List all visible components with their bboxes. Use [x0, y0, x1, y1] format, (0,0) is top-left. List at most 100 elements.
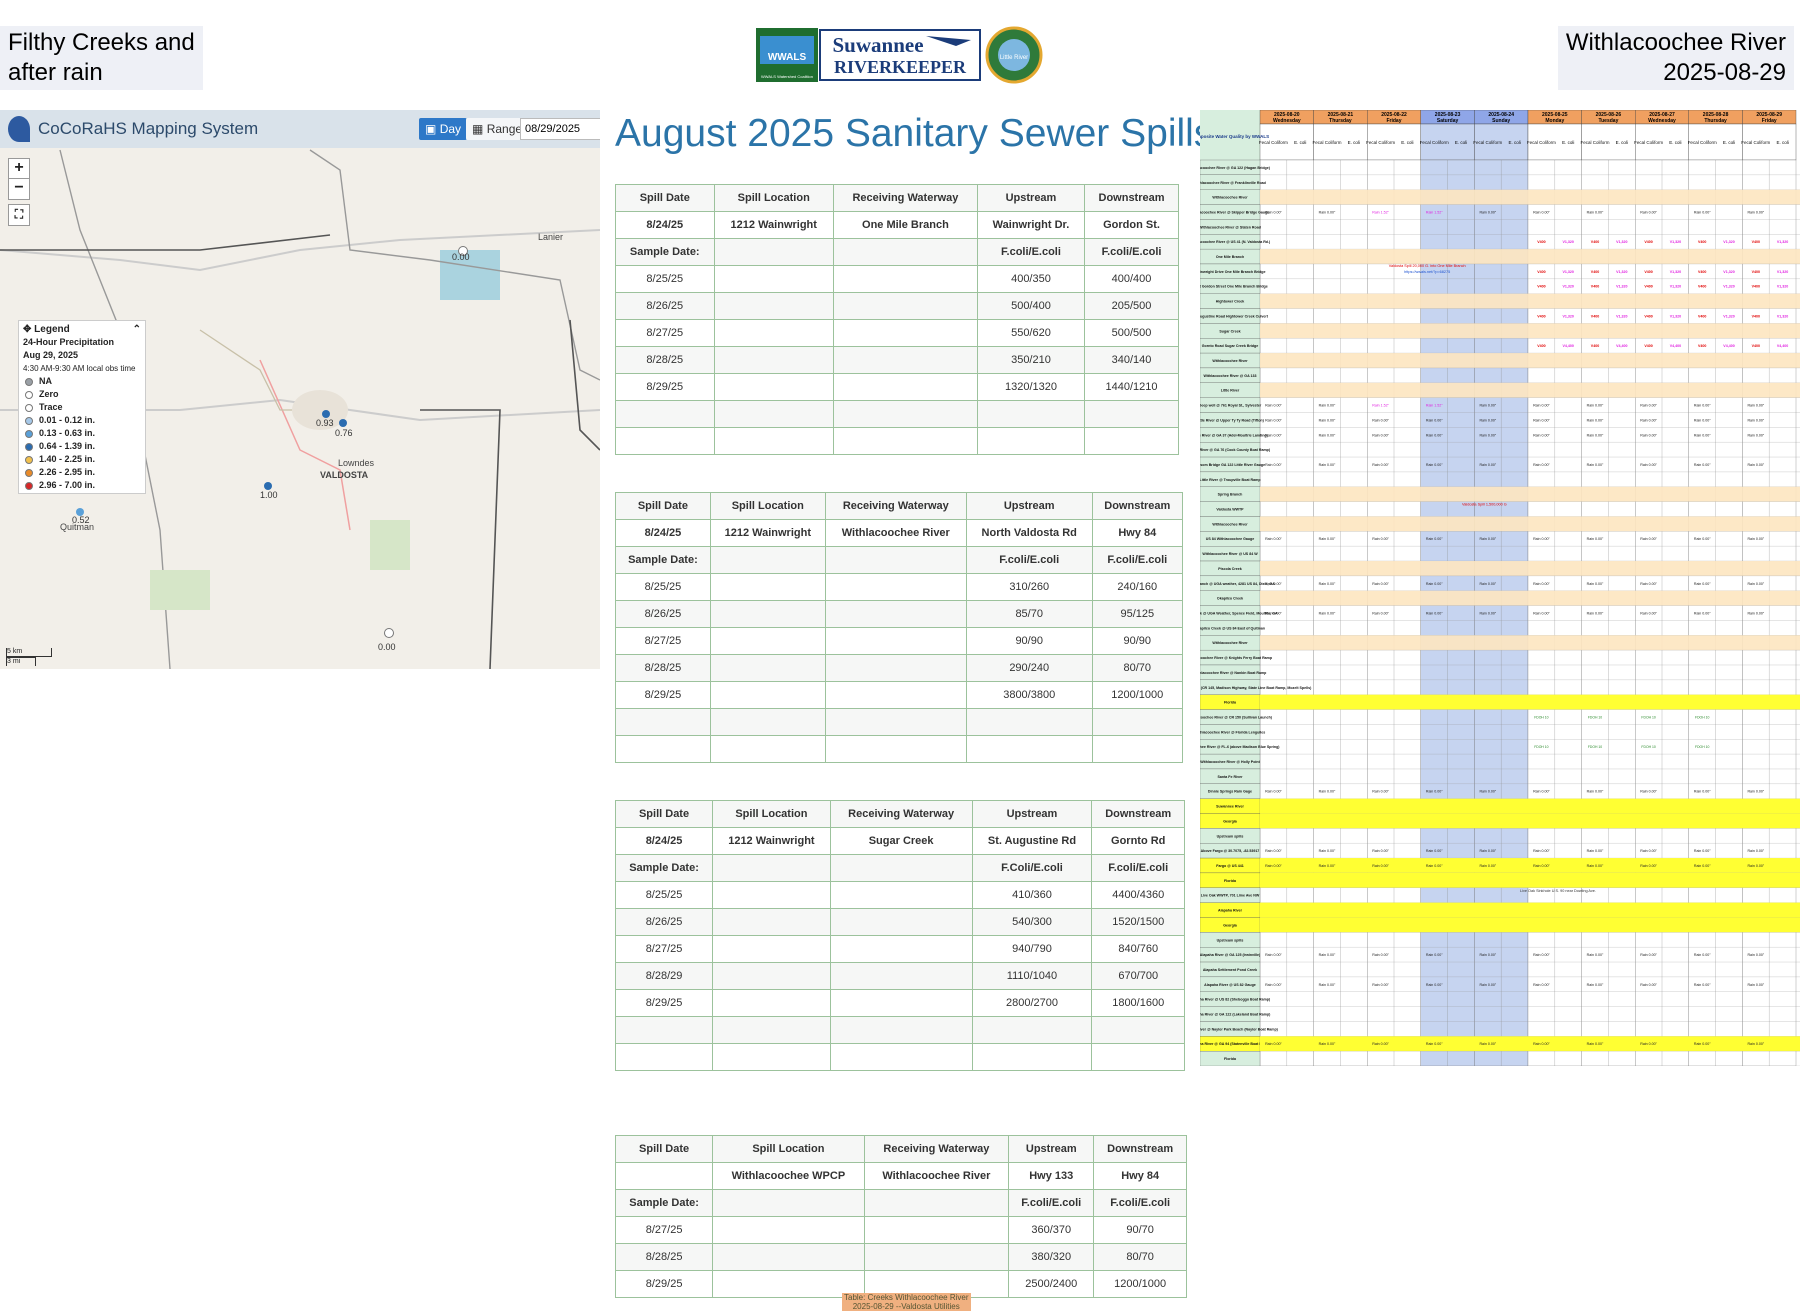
place-label-lanier: Lanier [538, 232, 564, 242]
rain-value: Rain 0.00" [1479, 849, 1496, 853]
rain-value: Rain 0.00" [1694, 433, 1711, 437]
rain-value: Rain 0.00" [1319, 612, 1336, 616]
fullscreen-button[interactable]: ⛶ [8, 204, 30, 226]
site-label: Withlacoochee River @ Franklinville Road [1200, 181, 1266, 185]
precipitation-map[interactable]: CoCoRaHS Mapping System ▣ Day ▦ Range + … [0, 110, 600, 669]
spill-cell: 1212 Wainwright [712, 827, 831, 855]
column-header: Spill Date [614, 1135, 714, 1163]
range-button[interactable]: ▦ Range [466, 118, 529, 140]
rain-value: Rain 0.00" [1533, 864, 1550, 868]
empty-cell [1091, 1043, 1185, 1071]
legend-item-label: 0.01 - 0.12 in. [39, 415, 96, 425]
ecoli-value: V4,400 [1670, 344, 1681, 348]
table-row [615, 735, 1184, 763]
fecal-value: V400 [1537, 240, 1545, 244]
zoom-out-button[interactable]: − [8, 178, 30, 200]
rain-value: Rain 0.00" [1747, 1042, 1764, 1046]
legend-dot-icon [25, 468, 33, 477]
site-label: Sugar Creek [1219, 329, 1240, 333]
legend-header[interactable]: ✥ Legend ⌃ [23, 323, 141, 336]
sample-row: Sample Date: F.coli/E.coli F.coli/E.coli [615, 238, 1179, 266]
site-label: US 84 Withlacoochee Gauge [1206, 537, 1255, 541]
site-label: Gornto Road Sugar Creek Bridge [1202, 344, 1259, 348]
spill-cell: Withlacoochee River [824, 519, 967, 547]
column-header: Spill Location [712, 1135, 865, 1163]
zoom-in-button[interactable]: + [8, 158, 30, 180]
spill-cell: North Valdosta Rd [965, 519, 1093, 547]
downstream-cell: 1520/1500 [1091, 908, 1185, 936]
fecal-header: Fecal Coliform [1688, 140, 1717, 145]
rain-value: Rain 0.00" [1533, 433, 1550, 437]
date-cell: 8/29/25 [615, 681, 711, 709]
table-row [615, 400, 1179, 428]
rain-value: Rain 0.00" [1747, 210, 1764, 214]
rain-value: Rain 0.00" [1694, 790, 1711, 794]
precip-value: 0.00 [452, 252, 470, 262]
legend-item: NA [23, 375, 141, 388]
ecoli-value: V1,320 [1563, 270, 1574, 274]
rain-value: Rain 0.00" [1372, 537, 1389, 541]
empty-cell [824, 708, 967, 736]
empty-cell [709, 735, 826, 763]
legend-item-label: 2.26 - 2.95 in. [39, 467, 96, 477]
date-cell: 8/29/25 [615, 373, 715, 401]
fecal-value: V400 [1591, 344, 1599, 348]
empty-cell [615, 735, 711, 763]
sample-cell: F.coli/E.coli [1091, 546, 1184, 574]
rain-value: Rain 0.00" [1587, 433, 1604, 437]
empty-cell [615, 708, 711, 736]
upstream-cell: 2800/2700 [971, 989, 1093, 1017]
sample-cell: F.coli/E.coli [1091, 854, 1185, 882]
rain-value: Rain 0.00" [1694, 1042, 1711, 1046]
rain-value: Rain 0.00" [1640, 210, 1657, 214]
fdoh-value: FDOH 10 [1641, 745, 1655, 749]
empty-cell [971, 1043, 1093, 1071]
legend-dot-icon [25, 390, 33, 399]
downstream-cell: 500/500 [1084, 319, 1179, 347]
spill-cell: 8/24/25 [614, 827, 714, 855]
upstream-cell: 940/790 [971, 935, 1093, 963]
legend-item: 2.26 - 2.95 in. [23, 466, 141, 479]
sample-cell [713, 238, 834, 266]
rain-value: Rain 0.00" [1747, 404, 1764, 408]
fecal-value: V400 [1698, 285, 1706, 289]
rain-value: Rain 0.00" [1747, 582, 1764, 586]
precip-station[interactable] [384, 628, 394, 638]
spill-cell: 8/24/25 [615, 211, 715, 239]
fecal-value: V400 [1644, 240, 1652, 244]
rain-value: Rain 0.00" [1694, 612, 1711, 616]
fecal-value: V400 [1698, 344, 1706, 348]
precip-value: 0.93 [316, 418, 334, 428]
date-cell: 8/27/25 [614, 1216, 714, 1244]
rain-value: Rain 0.00" [1265, 433, 1282, 437]
table-header-row: Spill Date Spill Location Receiving Waterw… [615, 492, 1184, 520]
fecal-value: V400 [1537, 270, 1545, 274]
sample-cell: F.coli/E.coli [1093, 1189, 1187, 1217]
ecoli-value: V1,320 [1723, 314, 1734, 318]
highlight-row [1260, 189, 1800, 205]
date-input[interactable] [520, 118, 600, 140]
day-button[interactable]: ▣ Day [419, 118, 468, 140]
fecal-value: V400 [1644, 285, 1652, 289]
rain-value: Rain 0.00" [1747, 418, 1764, 422]
precip-station[interactable] [322, 410, 330, 418]
precip-station[interactable] [264, 482, 272, 490]
table-row [614, 1043, 1185, 1071]
spill-note: Valdosta Spill 20,000 G. into One Mile B… [1389, 264, 1466, 268]
precip-station[interactable] [339, 419, 347, 427]
empty-cell [863, 1243, 1010, 1271]
fdoh-value: FDOH 10 [1588, 745, 1602, 749]
sample-cell: Sample Date: [615, 546, 711, 574]
downstream-cell: 4400/4360 [1091, 881, 1185, 909]
empty-cell [976, 400, 1086, 428]
spill-cell: 1212 Wainwright [713, 211, 834, 239]
chevron-up-icon[interactable]: ⌃ [133, 323, 141, 336]
rain-value: Rain 0.00" [1265, 849, 1282, 853]
column-header: Upstream [976, 184, 1086, 212]
sample-cell [829, 854, 973, 882]
site-label: Georgia [1223, 819, 1238, 823]
rain-value: Rain 0.00" [1426, 433, 1443, 437]
table-row: 8/29/25 2800/2700 1800/1600 [614, 989, 1185, 1017]
upstream-cell: 550/620 [976, 319, 1086, 347]
sinkhole-note: Live Oak Sinkhole U.S. 90 near Dowling A… [1520, 889, 1596, 893]
